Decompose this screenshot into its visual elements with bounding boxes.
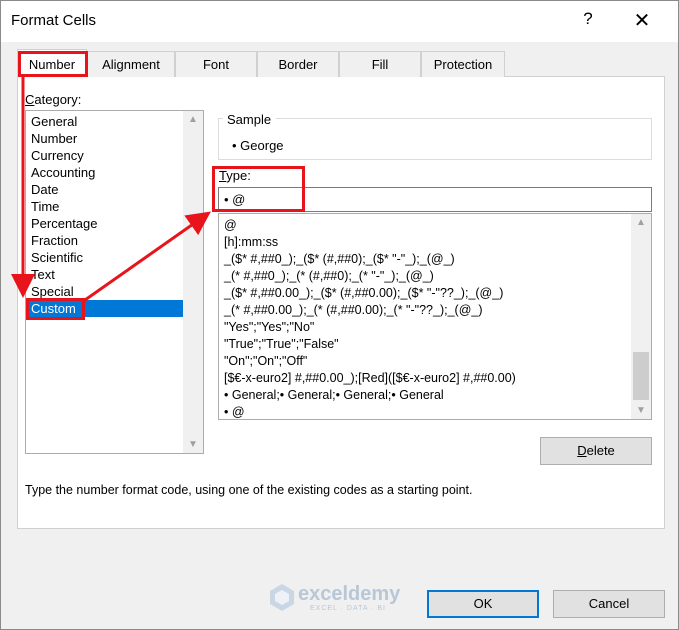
tab-font[interactable]: Font xyxy=(175,51,257,77)
category-item-time[interactable]: Time xyxy=(27,198,183,215)
scroll-up-icon[interactable]: ▲ xyxy=(631,214,651,231)
category-item-date[interactable]: Date xyxy=(27,181,183,198)
type-item[interactable]: • General;• General;• General;• General xyxy=(224,387,444,404)
watermark-icon xyxy=(270,584,294,611)
tab-protection[interactable]: Protection xyxy=(421,51,505,77)
window-title: Format Cells xyxy=(11,12,97,29)
sample-label: Sample xyxy=(227,112,272,127)
category-listbox[interactable]: General Number Currency Accounting Date … xyxy=(25,110,204,454)
category-label: Category: xyxy=(25,92,82,107)
type-item[interactable]: "True";"True";"False" xyxy=(224,336,339,353)
tab-fill[interactable]: Fill xyxy=(339,51,421,77)
watermark-logo: exceldemy EXCEL · DATA · BI xyxy=(268,580,418,614)
type-item[interactable]: [$€-x-euro2] #,##0.00_);[Red]([$€-x-euro… xyxy=(224,370,516,387)
type-scrollbar[interactable]: ▲ ▼ xyxy=(631,214,651,419)
sample-border-right xyxy=(276,118,652,119)
category-item-custom[interactable]: Custom xyxy=(27,300,183,317)
sample-value: • George xyxy=(232,138,284,153)
scroll-down-icon[interactable]: ▼ xyxy=(183,436,203,453)
category-item-accounting[interactable]: Accounting xyxy=(27,164,183,181)
tab-border[interactable]: Border xyxy=(257,51,339,77)
delete-button[interactable]: Delete xyxy=(540,437,652,465)
scroll-up-icon[interactable]: ▲ xyxy=(183,111,203,128)
category-item-percentage[interactable]: Percentage xyxy=(27,215,183,232)
sample-border-left xyxy=(218,118,223,119)
tab-alignment[interactable]: Alignment xyxy=(87,51,175,77)
category-item-general[interactable]: General xyxy=(27,113,183,130)
type-scroll-thumb[interactable] xyxy=(633,352,649,400)
type-item[interactable]: _(* #,##0.00_);_(* (#,##0.00);_(* "-"??_… xyxy=(224,302,483,319)
title-bar: Format Cells ? ✕ xyxy=(0,0,679,42)
type-item[interactable]: @ xyxy=(224,217,237,234)
watermark-name: exceldemy xyxy=(298,583,401,605)
help-button[interactable]: ? xyxy=(576,9,600,33)
type-item[interactable]: "Yes";"Yes";"No" xyxy=(224,319,314,336)
close-button[interactable]: ✕ xyxy=(622,8,662,34)
category-scrollbar[interactable]: ▲ ▼ xyxy=(183,111,203,453)
type-item[interactable]: • @ xyxy=(224,404,245,421)
type-item[interactable]: _($* #,##0.00_);_($* (#,##0.00);_($* "-"… xyxy=(224,285,503,302)
type-listbox[interactable]: @ [h]:mm:ss _($* #,##0_);_($* (#,##0);_(… xyxy=(218,213,652,420)
tab-number[interactable]: Number xyxy=(17,49,87,77)
category-item-currency[interactable]: Currency xyxy=(27,147,183,164)
category-item-text[interactable]: Text xyxy=(27,266,183,283)
type-item[interactable]: [h]:mm:ss xyxy=(224,234,278,251)
scroll-down-icon[interactable]: ▼ xyxy=(631,402,651,419)
category-item-scientific[interactable]: Scientific xyxy=(27,249,183,266)
ok-button[interactable]: OK xyxy=(427,590,539,618)
category-item-special[interactable]: Special xyxy=(27,283,183,300)
type-label: Type: xyxy=(219,168,251,183)
type-input[interactable] xyxy=(218,187,652,212)
type-item[interactable]: _(* #,##0_);_(* (#,##0);_(* "-"_);_(@_) xyxy=(224,268,434,285)
hint-text: Type the number format code, using one o… xyxy=(25,483,473,497)
watermark-tagline: EXCEL · DATA · BI xyxy=(310,605,386,612)
type-item[interactable]: "On";"On";"Off" xyxy=(224,353,307,370)
type-item[interactable]: _($* #,##0_);_($* (#,##0);_($* "-"_);_(@… xyxy=(224,251,455,268)
category-item-number[interactable]: Number xyxy=(27,130,183,147)
category-item-fraction[interactable]: Fraction xyxy=(27,232,183,249)
cancel-button[interactable]: Cancel xyxy=(553,590,665,618)
